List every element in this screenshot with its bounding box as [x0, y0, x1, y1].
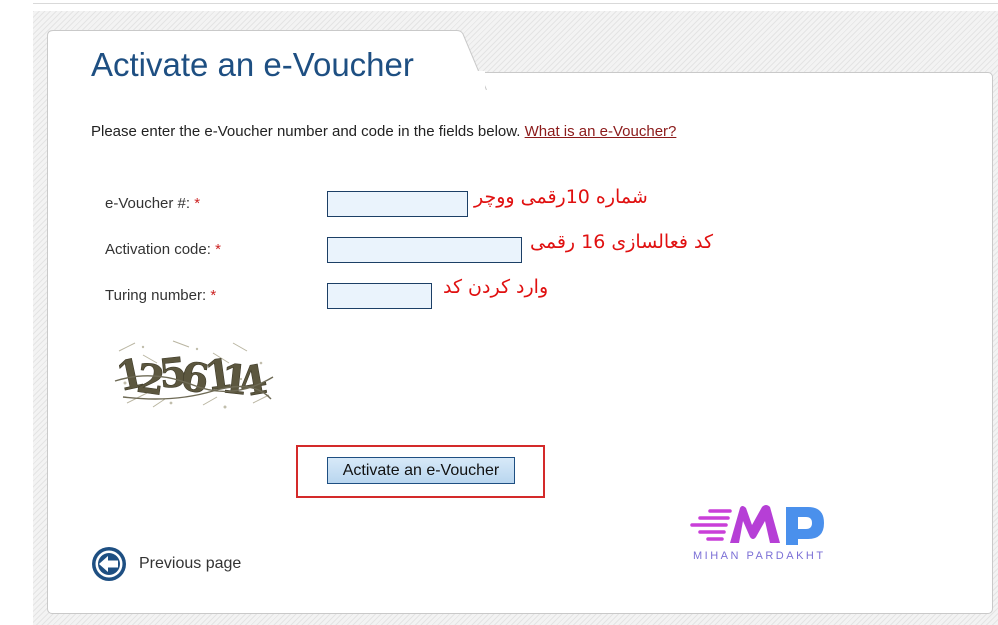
turing-number-input[interactable]: [327, 283, 432, 309]
top-divider: [33, 3, 998, 4]
activation-code-annotation: کد فعالسازی 16 رقمی: [530, 231, 714, 253]
evoucher-number-label-text: e-Voucher #:: [105, 195, 191, 212]
previous-page-link[interactable]: Previous page: [139, 555, 241, 573]
required-marker: *: [194, 195, 201, 212]
page-title: Activate an e-Voucher: [91, 46, 414, 83]
required-marker: *: [210, 287, 217, 304]
activation-code-label-text: Activation code:: [105, 241, 211, 258]
evoucher-number-annotation: شماره 10رقمی ووچر: [474, 186, 648, 208]
intro-text-content: Please enter the e-Voucher number and co…: [91, 123, 525, 140]
arrow-left-circle-icon[interactable]: [91, 546, 127, 582]
activation-code-input[interactable]: [327, 237, 522, 263]
turing-number-annotation: وارد کردن کد: [443, 276, 549, 298]
turing-number-label: Turing number: *: [105, 287, 216, 304]
required-marker: *: [215, 241, 221, 258]
captcha-image: 1 2 5 6 1 1 4: [113, 340, 274, 409]
activation-code-label: Activation code: *: [105, 241, 221, 258]
turing-number-label-text: Turing number:: [105, 287, 207, 304]
activate-evoucher-button[interactable]: Activate an e-Voucher: [327, 457, 515, 484]
evoucher-number-input[interactable]: [327, 191, 468, 217]
what-is-evoucher-link[interactable]: What is an e-Voucher?: [525, 123, 677, 140]
mihan-pardakht-brand-text: MIHAN PARDAKHT: [693, 550, 826, 562]
intro-text: Please enter the e-Voucher number and co…: [91, 123, 676, 140]
evoucher-number-label: e-Voucher #: *: [105, 195, 200, 212]
